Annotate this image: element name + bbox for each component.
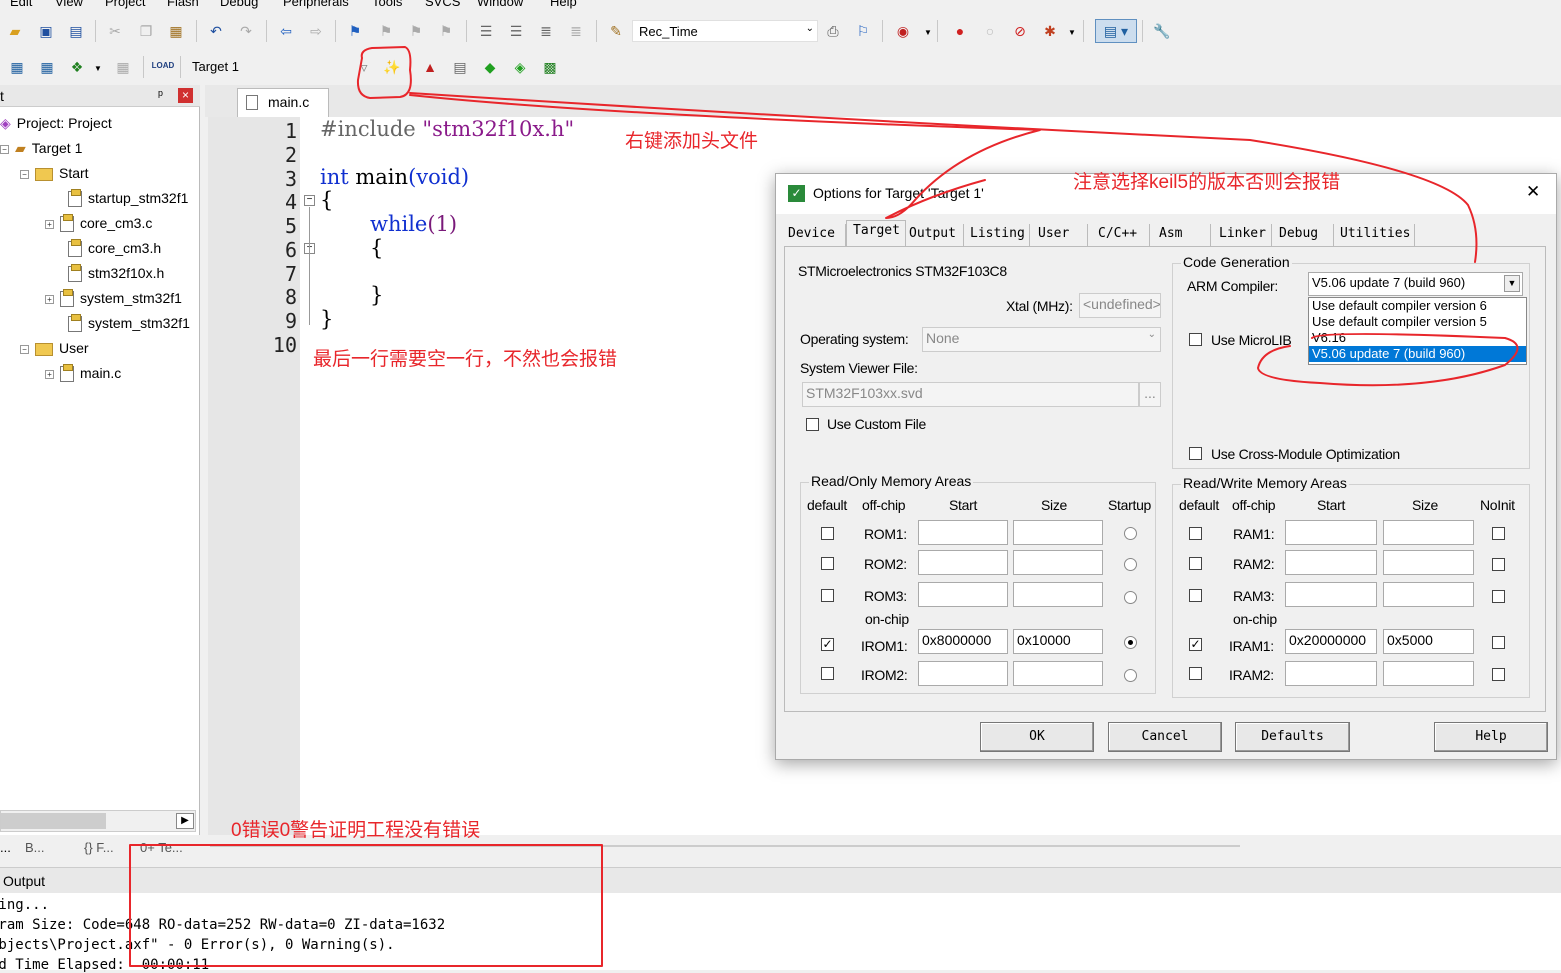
arrow-to-compiler [409,92,1478,263]
circle-compiler-option [1257,333,1519,387]
annotation-strokes [129,46,1519,967]
output-highlight-box [129,844,603,967]
circle-options-icon [356,46,412,99]
arrow-to-target-tab [409,94,1041,219]
